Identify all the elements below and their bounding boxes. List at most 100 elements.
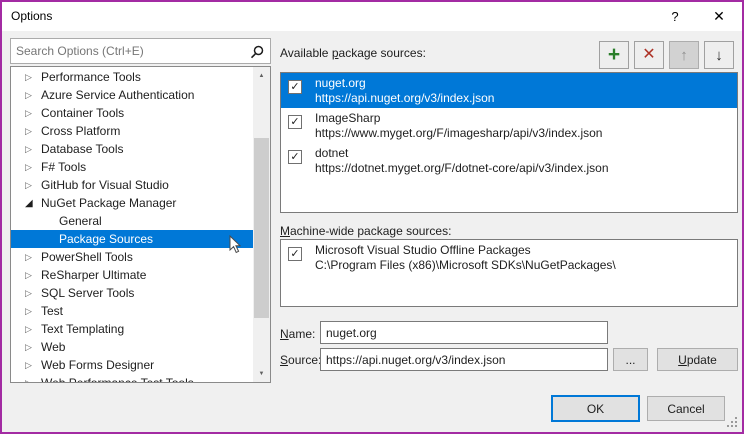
tree-item-f-tools[interactable]: ▷ F# Tools [11,158,253,176]
collapsed-arrow-icon[interactable]: ▷ [25,180,37,191]
collapsed-arrow-icon[interactable]: ▷ [25,72,37,83]
tree-item-label: Database Tools [41,142,124,156]
collapsed-arrow-icon[interactable]: ▷ [25,342,37,353]
tree-item-package-sources[interactable]: Package Sources [11,230,253,248]
search-input[interactable] [16,40,244,62]
tree-item-label: Cross Platform [41,124,120,138]
tree-item-powershell-tools[interactable]: ▷ PowerShell Tools [11,248,253,266]
package-source-row[interactable]: ✓Microsoft Visual Studio Offline Package… [281,240,737,275]
collapsed-arrow-icon[interactable]: ▷ [25,378,37,383]
tree-item-label: F# Tools [41,160,86,174]
tree-item-text-templating[interactable]: ▷ Text Templating [11,320,253,338]
tree-item-general[interactable]: General [11,212,253,230]
tree-item-web-performance-test-tools[interactable]: ▷ Web Performance Test Tools [11,374,253,382]
options-dialog: Options ? ✕ ▷ Performance Tools ▷ Azure Ser… [0,0,744,434]
source-checkbox[interactable]: ✓ [288,115,302,129]
update-button[interactable]: Update [657,348,738,371]
tree-item-sql-server-tools[interactable]: ▷ SQL Server Tools [11,284,253,302]
collapsed-arrow-icon[interactable]: ▷ [25,162,37,173]
machine-sources-list: ✓Microsoft Visual Studio Offline Package… [280,239,738,307]
tree-item-label: Web Forms Designer [41,358,154,372]
down-arrow-icon: ↓ [715,48,723,63]
x-icon: ✕ [642,47,655,63]
title-bar[interactable]: Options ? ✕ [2,2,742,31]
tree-item-test[interactable]: ▷Test [11,302,253,320]
search-icon[interactable] [250,45,264,59]
add-source-button[interactable]: + [599,41,629,69]
tree-item-label: Azure Service Authentication [41,88,194,102]
collapsed-arrow-icon[interactable]: ▷ [25,360,37,371]
collapsed-arrow-icon[interactable]: ▷ [25,144,37,155]
tree-item-label: Container Tools [41,106,124,120]
scroll-up-button[interactable]: ▲ [253,67,270,84]
collapsed-arrow-icon[interactable]: ▷ [25,324,37,335]
expanded-arrow-icon[interactable]: ◢ [25,198,37,209]
tree-item-label: GitHub for Visual Studio [41,178,169,192]
help-button[interactable]: ? [658,2,692,31]
up-arrow-icon: ↑ [680,48,688,63]
tree-item-label: General [59,214,102,228]
collapsed-arrow-icon[interactable]: ▷ [25,90,37,101]
tree-item-web-forms-designer[interactable]: ▷ Web Forms Designer [11,356,253,374]
scroll-thumb[interactable] [254,138,269,318]
machine-sources-label: Machine-wide package sources: [280,224,451,238]
tree-item-label: SQL Server Tools [41,286,134,300]
tree-item-label: Package Sources [59,232,153,246]
tree-item-azure-service-authentication[interactable]: ▷ Azure Service Authentication [11,86,253,104]
source-checkbox[interactable]: ✓ [288,150,302,164]
collapsed-arrow-icon[interactable]: ▷ [25,306,37,317]
available-sources-list: ✓ nuget.orghttps://api.nuget.org/v3/index… [280,72,738,213]
tree-item-label: Web Performance Test Tools [41,376,194,382]
tree-item-label: Performance Tools [41,70,141,84]
available-sources-label: Available package sources: [280,46,426,60]
source-name: nuget.org [315,76,366,90]
tree-scrollbar[interactable]: ▲ ▼ [253,67,270,382]
tree-item-performance-tools[interactable]: ▷ Performance Tools [11,68,253,86]
tree-item-database-tools[interactable]: ▷ Database Tools [11,140,253,158]
close-icon: ✕ [713,8,725,25]
tree-item-label: NuGet Package Manager [41,196,176,210]
close-button[interactable]: ✕ [702,2,736,31]
name-label: Name: [280,327,315,341]
tree-item-label: Web [41,340,65,354]
source-checkbox[interactable]: ✓ [288,247,302,261]
move-up-button[interactable]: ↑ [669,41,699,69]
window-title: Options [11,9,52,23]
collapsed-arrow-icon[interactable]: ▷ [25,288,37,299]
package-source-row[interactable]: ✓ nuget.orghttps://api.nuget.org/v3/index… [281,73,737,108]
source-input[interactable] [320,348,608,371]
tree-item-github-for-visual-studio[interactable]: ▷ GitHub for Visual Studio [11,176,253,194]
tree-item-nuget-package-manager[interactable]: ◢ NuGet Package Manager [11,194,253,212]
help-icon: ? [671,9,678,24]
package-source-row[interactable]: ✓ dotnethttps://dotnet.myget.org/F/dotnet… [281,143,737,178]
options-tree-inner: ▷ Performance Tools ▷ Azure Service Authent… [11,68,253,382]
tree-item-label: PowerShell Tools [41,250,133,264]
collapsed-arrow-icon[interactable]: ▷ [25,108,37,119]
resize-grip[interactable] [727,417,738,428]
tree-item-web[interactable]: ▷ Web [11,338,253,356]
tree-item-resharper-ultimate[interactable]: ▷ReSharper Ultimate [11,266,253,284]
options-tree: ▷ Performance Tools ▷ Azure Service Authent… [10,66,271,383]
tree-item-cross-platform[interactable]: ▷ Cross Platform [11,122,253,140]
remove-source-button[interactable]: ✕ [634,41,664,69]
source-url: https://www.myget.org/F/imagesharp/api/v… [315,126,602,140]
browse-button[interactable]: ... [613,348,648,371]
source-name: dotnet [315,146,348,160]
tree-item-label: Text Templating [41,322,124,336]
cancel-button[interactable]: Cancel [647,396,725,421]
collapsed-arrow-icon[interactable]: ▷ [25,252,37,263]
package-source-row[interactable]: ✓ ImageSharphttps://www.myget.org/F/image… [281,108,737,143]
scroll-down-button[interactable]: ▼ [253,365,270,382]
source-name: ImageSharp [315,111,380,125]
source-url: https://dotnet.myget.org/F/dotnet-core/a… [315,161,609,175]
collapsed-arrow-icon[interactable]: ▷ [25,270,37,281]
name-input[interactable] [320,321,608,344]
tree-item-container-tools[interactable]: ▷ Container Tools [11,104,253,122]
source-checkbox[interactable]: ✓ [288,80,302,94]
search-box [10,38,271,64]
collapsed-arrow-icon[interactable]: ▷ [25,126,37,137]
move-down-button[interactable]: ↓ [704,41,734,69]
ok-button[interactable]: OK [551,395,640,422]
source-url: https://api.nuget.org/v3/index.json [315,91,494,105]
plus-icon: + [608,44,620,65]
